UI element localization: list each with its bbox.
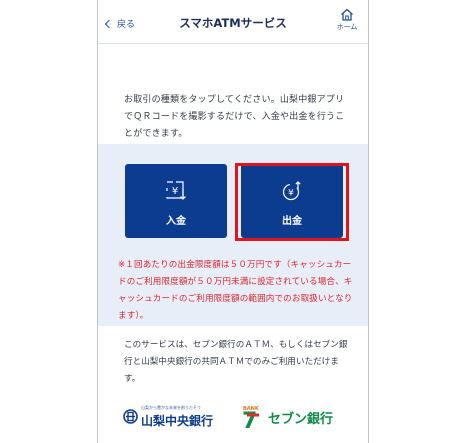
yen-withdraw-icon: ¥ [282, 181, 301, 201]
intro-text: お取引の種類をタップしてください。山梨中銀アプリでＱＲコードを撮影するだけで、入… [124, 95, 345, 139]
yamanashi-chuo-bank-logo: 山梨から豊かな未来を創りだそう 山梨中央銀行 [123, 404, 223, 430]
svg-text:7: 7 [242, 409, 257, 429]
deposit-button[interactable]: ¥ 入金 [125, 164, 227, 238]
yamanashi-mark-icon [123, 409, 138, 424]
phone-screen: 戻る スマホATMサービス ホーム お取引の種類をタップしてください。山梨中銀ア… [97, 0, 369, 443]
svg-text:¥: ¥ [172, 186, 178, 197]
withdraw-label: 出金 [282, 216, 302, 227]
svg-text:¥: ¥ [288, 189, 294, 199]
home-icon [341, 8, 353, 21]
action-panel: ¥ 入金 ¥ 出金 ※１回あたりの出金限度額は５０万円です（キャッシュカードのご… [98, 144, 368, 326]
yamanashi-tagline: 山梨から豊かな未来を創りだそう [141, 405, 201, 410]
seven-bank-name: セブン銀行 [268, 412, 334, 427]
yen-deposit-icon: ¥ [166, 181, 186, 200]
deposit-label: 入金 [166, 216, 186, 227]
withdraw-button[interactable]: ¥ 出金 [241, 164, 343, 238]
home-label: ホーム [336, 23, 358, 31]
seven-bank-mark-icon: BANK 7 [242, 406, 260, 429]
page-title: スマホATMサービス [179, 16, 287, 30]
service-info-text: このサービスは、セブン銀行のＡＴＭ、もしくはセブン銀行と山梨中央銀行の共同ＡＴＭ… [124, 340, 348, 384]
app-header: 戻る スマホATMサービス ホーム [98, 0, 368, 44]
yamanashi-bank-name: 山梨中央銀行 [141, 414, 214, 428]
seven-bank-logo: BANK 7 セブン銀行 [242, 401, 352, 433]
withdrawal-limit-notice: ※１回あたりの出金限度額は５０万円です（キャッシュカードのご利用限度額が５０万円… [118, 260, 353, 321]
home-button[interactable]: ホーム [332, 8, 362, 32]
